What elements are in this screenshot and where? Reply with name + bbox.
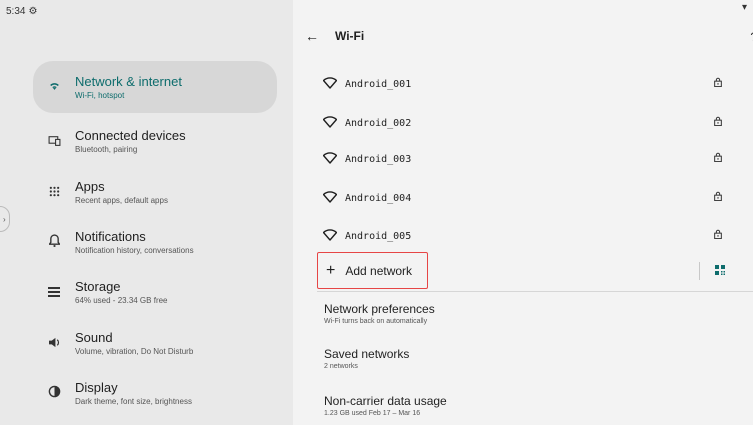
devices-icon	[33, 134, 75, 149]
qr-code-scanner-icon[interactable]	[715, 265, 725, 275]
wifi-signal-icon	[322, 151, 345, 167]
network-name: Android_001	[345, 78, 412, 90]
sidebar-item-title: Sound	[75, 329, 113, 345]
sidebar-item-storage[interactable]: Storage 64% used - 23.34 GB free	[33, 266, 277, 318]
saved-networks-item[interactable]: Saved networks 2 networks	[324, 347, 409, 372]
bell-icon	[33, 234, 75, 250]
sidebar-item-subtitle: Volume, vibration, Do Not Disturb	[75, 346, 194, 356]
wifi-network-row[interactable]: Android_004	[322, 184, 723, 212]
lock-icon	[714, 191, 722, 201]
status-time: 5:34	[6, 6, 26, 17]
sidebar-item-notifications[interactable]: Notifications Notification history, conv…	[33, 216, 277, 268]
status-bar: 5:34 ⚙	[6, 6, 37, 17]
lock-icon	[714, 152, 722, 162]
wifi-signal-icon	[322, 190, 345, 206]
add-network-button[interactable]: + Add network	[317, 252, 428, 289]
divider	[317, 291, 753, 292]
lock-icon	[714, 116, 722, 126]
wifi-network-row[interactable]: Android_002	[322, 109, 723, 137]
sidebar-item-title: Apps	[75, 178, 105, 194]
sidebar-item-subtitle: Bluetooth, pairing	[75, 144, 138, 154]
sidebar-item-title: Notifications	[75, 228, 146, 244]
settings-gear-icon: ⚙	[28, 6, 38, 17]
wifi-network-row[interactable]: Android_003	[322, 145, 723, 173]
pref-title: Non-carrier data usage	[324, 394, 447, 408]
sidebar-item-subtitle: Wi-Fi, hotspot	[75, 90, 125, 100]
network-name: Android_004	[345, 192, 412, 204]
chevron-right-icon: ›	[3, 215, 6, 224]
settings-sidebar: 5:34 ⚙ › Network & internet Wi-Fi, hotsp…	[0, 0, 293, 425]
lock-icon	[714, 229, 722, 239]
sidebar-item-subtitle: Recent apps, default apps	[75, 195, 168, 205]
apps-grid-icon	[33, 185, 75, 200]
sidebar-item-apps[interactable]: Apps Recent apps, default apps	[33, 166, 277, 218]
sidebar-item-connected-devices[interactable]: Connected devices Bluetooth, pairing	[33, 115, 277, 167]
sidebar-item-subtitle: Notification history, conversations	[75, 245, 194, 255]
brightness-icon	[33, 385, 75, 401]
sidebar-item-title: Display	[75, 379, 118, 395]
wifi-signal-icon	[322, 76, 345, 92]
wifi-panel: ▾ ← Wi-Fi ? Android_001 Android_002 Andr…	[293, 0, 753, 425]
wifi-network-row[interactable]: Android_005	[322, 222, 723, 250]
wifi-header: ← Wi-Fi	[305, 28, 364, 44]
sidebar-item-subtitle: Dark theme, font size, brightness	[75, 396, 192, 406]
page-title: Wi-Fi	[335, 29, 365, 43]
pref-title: Network preferences	[324, 302, 435, 316]
sidebar-item-network[interactable]: Network & internet Wi-Fi, hotspot	[33, 61, 277, 113]
divider	[699, 262, 700, 280]
signal-icon: ▾	[741, 2, 747, 13]
network-preferences-item[interactable]: Network preferences Wi-Fi turns back on …	[324, 302, 435, 327]
sidebar-item-title: Network & internet	[75, 73, 182, 89]
wifi-signal-icon	[322, 228, 345, 244]
wifi-signal-icon	[322, 115, 345, 131]
pref-subtitle: Wi-Fi turns back on automatically	[324, 318, 428, 325]
sidebar-item-sound[interactable]: Sound Volume, vibration, Do Not Disturb	[33, 317, 277, 369]
data-usage-item[interactable]: Non-carrier data usage 1.23 GB used Feb …	[324, 394, 447, 419]
wifi-network-row[interactable]: Android_001	[322, 70, 723, 98]
panel-handle[interactable]: ›	[0, 206, 10, 232]
pref-subtitle: 2 networks	[324, 363, 358, 370]
network-name: Android_002	[345, 117, 412, 129]
network-name: Android_005	[345, 230, 412, 242]
plus-icon: +	[326, 261, 336, 279]
sidebar-item-title: Connected devices	[75, 127, 186, 143]
network-name: Android_003	[345, 153, 412, 165]
back-arrow-icon[interactable]: ←	[305, 28, 319, 44]
add-network-label: Add network	[345, 263, 413, 278]
pref-subtitle: 1.23 GB used Feb 17 – Mar 16	[324, 410, 421, 417]
sidebar-item-display[interactable]: Display Dark theme, font size, brightnes…	[33, 367, 277, 419]
wifi-icon	[33, 79, 75, 95]
pref-title: Saved networks	[324, 347, 410, 361]
storage-icon	[33, 285, 75, 300]
lock-icon	[714, 77, 722, 87]
volume-icon	[33, 336, 75, 351]
sidebar-item-title: Storage	[75, 278, 121, 294]
sidebar-item-subtitle: 64% used - 23.34 GB free	[75, 295, 168, 305]
